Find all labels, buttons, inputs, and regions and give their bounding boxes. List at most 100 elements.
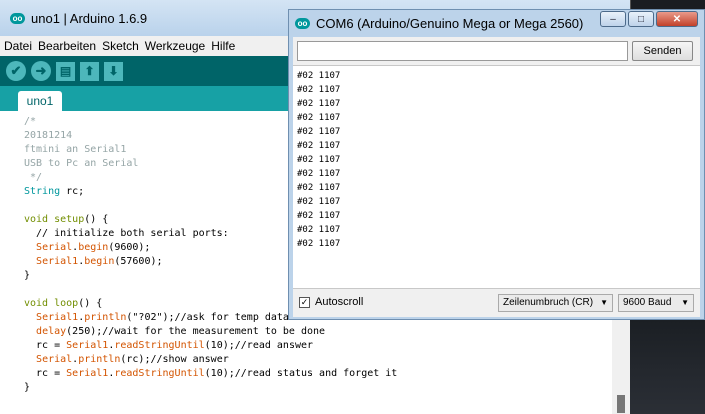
serial-window-title: COM6 (Arduino/Genuino Mega or Mega 2560) — [316, 16, 584, 31]
tab-uno1[interactable]: uno1 — [18, 91, 62, 111]
serial-output-line: #02 1107 — [297, 127, 341, 137]
minimize-icon: – — [610, 14, 616, 25]
maximize-button[interactable]: □ — [628, 11, 654, 27]
window-controls: – □ ✕ — [598, 11, 698, 27]
code-line: rc = Serial1.readStringUntil(10);//read … — [24, 367, 612, 381]
code-token: (9600); — [108, 242, 151, 253]
code-token: } — [24, 382, 31, 393]
code-token: Serial1 — [36, 312, 79, 323]
code-token: /* — [24, 116, 37, 127]
arduino-logo-icon: oo — [10, 12, 25, 24]
code-token: (10);//read answer — [204, 340, 314, 351]
code-token: begin — [78, 242, 109, 253]
close-button[interactable]: ✕ — [656, 11, 698, 27]
code-token: 20181214 — [24, 130, 73, 141]
new-file-icon: ▤ — [59, 63, 72, 78]
close-icon: ✕ — [672, 14, 682, 25]
code-token: delay — [36, 326, 67, 337]
code-token: println — [84, 312, 127, 323]
serial-output-line: #02 1107 — [297, 225, 341, 235]
serial-monitor-window: oo COM6 (Arduino/Genuino Mega or Mega 25… — [288, 9, 705, 320]
serial-output-line: #02 1107 — [297, 85, 341, 95]
code-token: (57600); — [114, 256, 163, 267]
serial-output[interactable]: #02 1107 #02 1107 #02 1107 #02 1107 #02 1107… — [293, 65, 700, 289]
code-line: delay(250);//wait for the measurement to… — [24, 325, 612, 339]
serial-bottom-bar: ✓ Autoscroll Zeilenumbruch (CR) ▼ 9600 B… — [293, 289, 700, 317]
verify-button[interactable]: ✔ — [6, 61, 26, 81]
code-token: setup — [54, 214, 85, 225]
ide-window-title: uno1 | Arduino 1.6.9 — [31, 10, 148, 26]
code-token: rc; — [60, 186, 85, 197]
autoscroll-checkbox[interactable]: ✓ — [299, 297, 310, 308]
code-token: Serial1 — [66, 340, 109, 351]
code-token: Serial1 — [36, 256, 79, 267]
code-token: loop — [54, 298, 79, 309]
code-token: rc = — [24, 340, 67, 351]
code-token: // initialize both serial ports: — [24, 228, 229, 239]
autoscroll-label: Autoscroll — [315, 296, 364, 308]
code-line: } — [24, 381, 612, 395]
code-token: ftmini an Serial1 — [24, 144, 127, 155]
serial-output-line: #02 1107 — [297, 183, 341, 193]
menu-bearbeiten[interactable]: Bearbeiten — [38, 39, 96, 53]
serial-output-line: #02 1107 — [297, 239, 341, 249]
code-token: } — [24, 270, 31, 281]
code-token: () { — [84, 214, 109, 225]
menu-datei[interactable]: Datei — [4, 39, 32, 53]
code-token: (250);//wait for the measurement to be d… — [66, 326, 326, 337]
minimize-button[interactable]: – — [600, 11, 626, 27]
code-token: (10);//read status and forget it — [204, 368, 398, 379]
serial-output-line: #02 1107 — [297, 99, 341, 109]
menu-sketch[interactable]: Sketch — [102, 39, 139, 53]
code-token: */ — [24, 172, 43, 183]
code-token: begin — [84, 256, 115, 267]
serial-output-line: #02 1107 — [297, 169, 341, 179]
serial-client-area: Senden #02 1107 #02 1107 #02 1107 #02 1107 #… — [293, 37, 700, 317]
upload-button[interactable]: ➜ — [31, 61, 51, 81]
code-token: (rc);//show answer — [120, 354, 229, 365]
up-arrow-icon: ⬆ — [84, 63, 95, 78]
line-ending-select[interactable]: Zeilenumbruch (CR) ▼ — [498, 294, 613, 312]
baud-select[interactable]: 9600 Baud ▼ — [618, 294, 694, 312]
line-ending-value: Zeilenumbruch (CR) — [503, 297, 594, 308]
code-token: Serial — [36, 242, 73, 253]
code-token: println — [78, 354, 121, 365]
code-token: rc = — [24, 368, 67, 379]
desktop-background — [630, 320, 705, 414]
menu-werkzeuge[interactable]: Werkzeuge — [145, 39, 205, 53]
baud-value: 9600 Baud — [623, 297, 672, 308]
chevron-down-icon: ▼ — [681, 298, 689, 307]
serial-output-line: #02 1107 — [297, 211, 341, 221]
check-icon: ✔ — [10, 63, 22, 78]
chevron-down-icon: ▼ — [600, 298, 608, 307]
code-token: ("?02");//ask for temp data — [126, 312, 289, 323]
save-sketch-button[interactable]: ⬇ — [104, 61, 123, 81]
right-arrow-icon: ➜ — [35, 63, 47, 78]
serial-output-line: #02 1107 — [297, 141, 341, 151]
code-token: void — [24, 214, 49, 225]
serial-output-line: #02 1107 — [297, 71, 341, 81]
open-sketch-button[interactable]: ⬆ — [80, 61, 99, 81]
code-token: void — [24, 298, 49, 309]
menu-hilfe[interactable]: Hilfe — [211, 39, 235, 53]
serial-titlebar[interactable]: oo COM6 (Arduino/Genuino Mega or Mega 25… — [289, 10, 704, 37]
down-arrow-icon: ⬇ — [108, 63, 119, 78]
serial-output-line: #02 1107 — [297, 113, 341, 123]
send-button[interactable]: Senden — [632, 41, 693, 61]
code-token: readStringUntil — [114, 340, 205, 351]
scrollbar-thumb[interactable] — [617, 395, 625, 413]
code-token: String — [24, 186, 61, 197]
code-line: rc = Serial1.readStringUntil(10);//read … — [24, 339, 612, 353]
code-token: () { — [78, 298, 103, 309]
new-sketch-button[interactable]: ▤ — [56, 61, 75, 81]
send-input[interactable] — [297, 41, 628, 61]
code-token: Serial1 — [66, 368, 109, 379]
code-line: Serial.println(rc);//show answer — [24, 353, 612, 367]
arduino-logo-icon: oo — [295, 18, 310, 29]
code-token: readStringUntil — [114, 368, 205, 379]
